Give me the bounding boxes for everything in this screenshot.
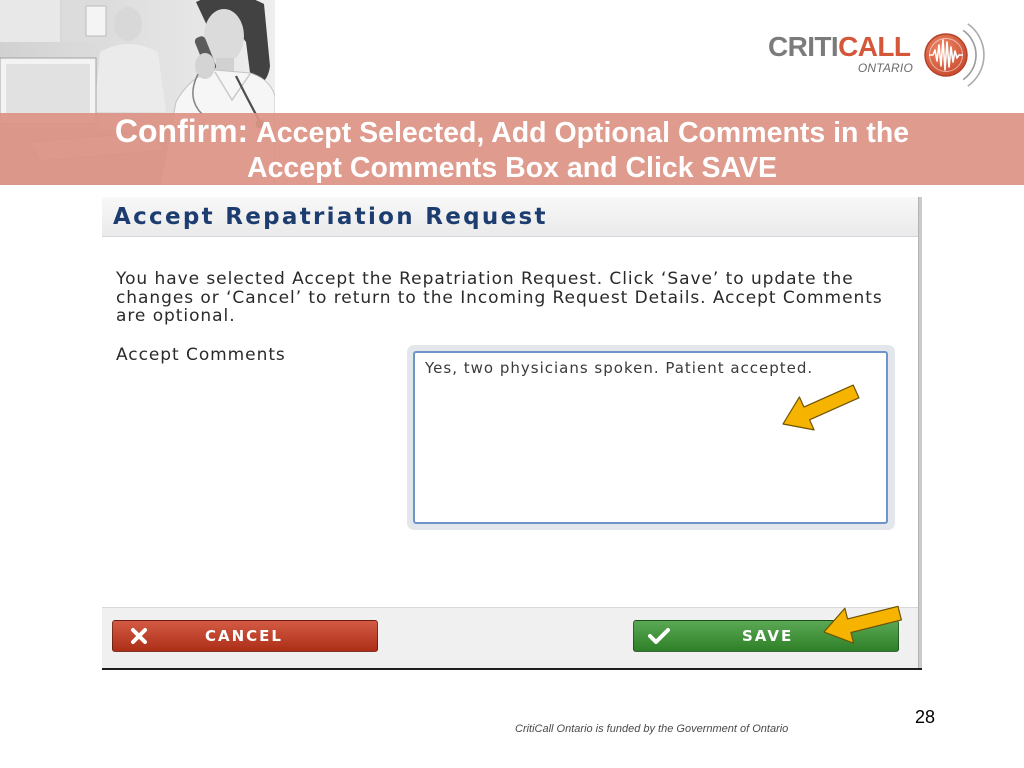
logo-text-criti: CRITI [768, 31, 839, 62]
slide-title: Confirm: Accept Selected, Add Optional Co… [0, 115, 1024, 186]
slide-title-text-1: Accept Selected, Add Optional Comments i… [256, 117, 910, 149]
dialog-title: Accept Repatriation Request [113, 204, 548, 230]
dialog-message-line: changes or ‘Cancel’ to return to the Inc… [116, 287, 883, 308]
cancel-button[interactable]: CANCEL [112, 620, 378, 652]
slide-title-line-1: Confirm: Accept Selected, Add Optional Co… [0, 115, 1024, 151]
dialog-message-line: You have selected Accept the Repatriatio… [116, 269, 854, 289]
logo-wordmark: CRITICALL [768, 30, 911, 64]
funding-note: CritiCall Ontario is funded by the Gover… [515, 723, 789, 735]
cancel-button-label: CANCEL [205, 627, 283, 645]
slide: CRITICALL ONTARIO Confirm: Accept Selecte… [0, 0, 1024, 768]
save-button-label: SAVE [742, 627, 794, 645]
waveform-circle-icon [924, 23, 985, 87]
save-button[interactable]: SAVE [633, 620, 899, 652]
accept-comments-label: Accept Comments [116, 345, 286, 365]
logo-subtext: ONTARIO [857, 61, 913, 75]
dialog-message: You have selected Accept the Repatriatio… [116, 270, 883, 326]
dialog-header: Accept Repatriation Request [102, 197, 918, 237]
accept-repatriation-dialog: Accept Repatriation Request You have sel… [102, 197, 922, 670]
dialog-bottom-border [102, 668, 922, 670]
dialog-footer: CANCEL SAVE [102, 607, 918, 668]
checkmark-icon [648, 628, 670, 644]
logo-text-call: CALL [838, 31, 911, 62]
slide-title-prefix: Confirm: [114, 113, 249, 149]
accept-comments-textarea[interactable]: Yes, two physicians spoken. Patient acce… [413, 351, 888, 524]
dialog-message-line: are optional. [116, 306, 236, 326]
title-banner: Confirm: Accept Selected, Add Optional Co… [0, 113, 1024, 185]
accept-comments-frame: Yes, two physicians spoken. Patient acce… [407, 345, 895, 530]
slide-title-line-2: Accept Comments Box and Click SAVE [246, 152, 778, 184]
criticall-logo: CRITICALL ONTARIO [768, 23, 985, 87]
close-x-icon [131, 628, 147, 644]
page-number: 28 [915, 707, 936, 727]
dialog-right-border [918, 197, 922, 668]
